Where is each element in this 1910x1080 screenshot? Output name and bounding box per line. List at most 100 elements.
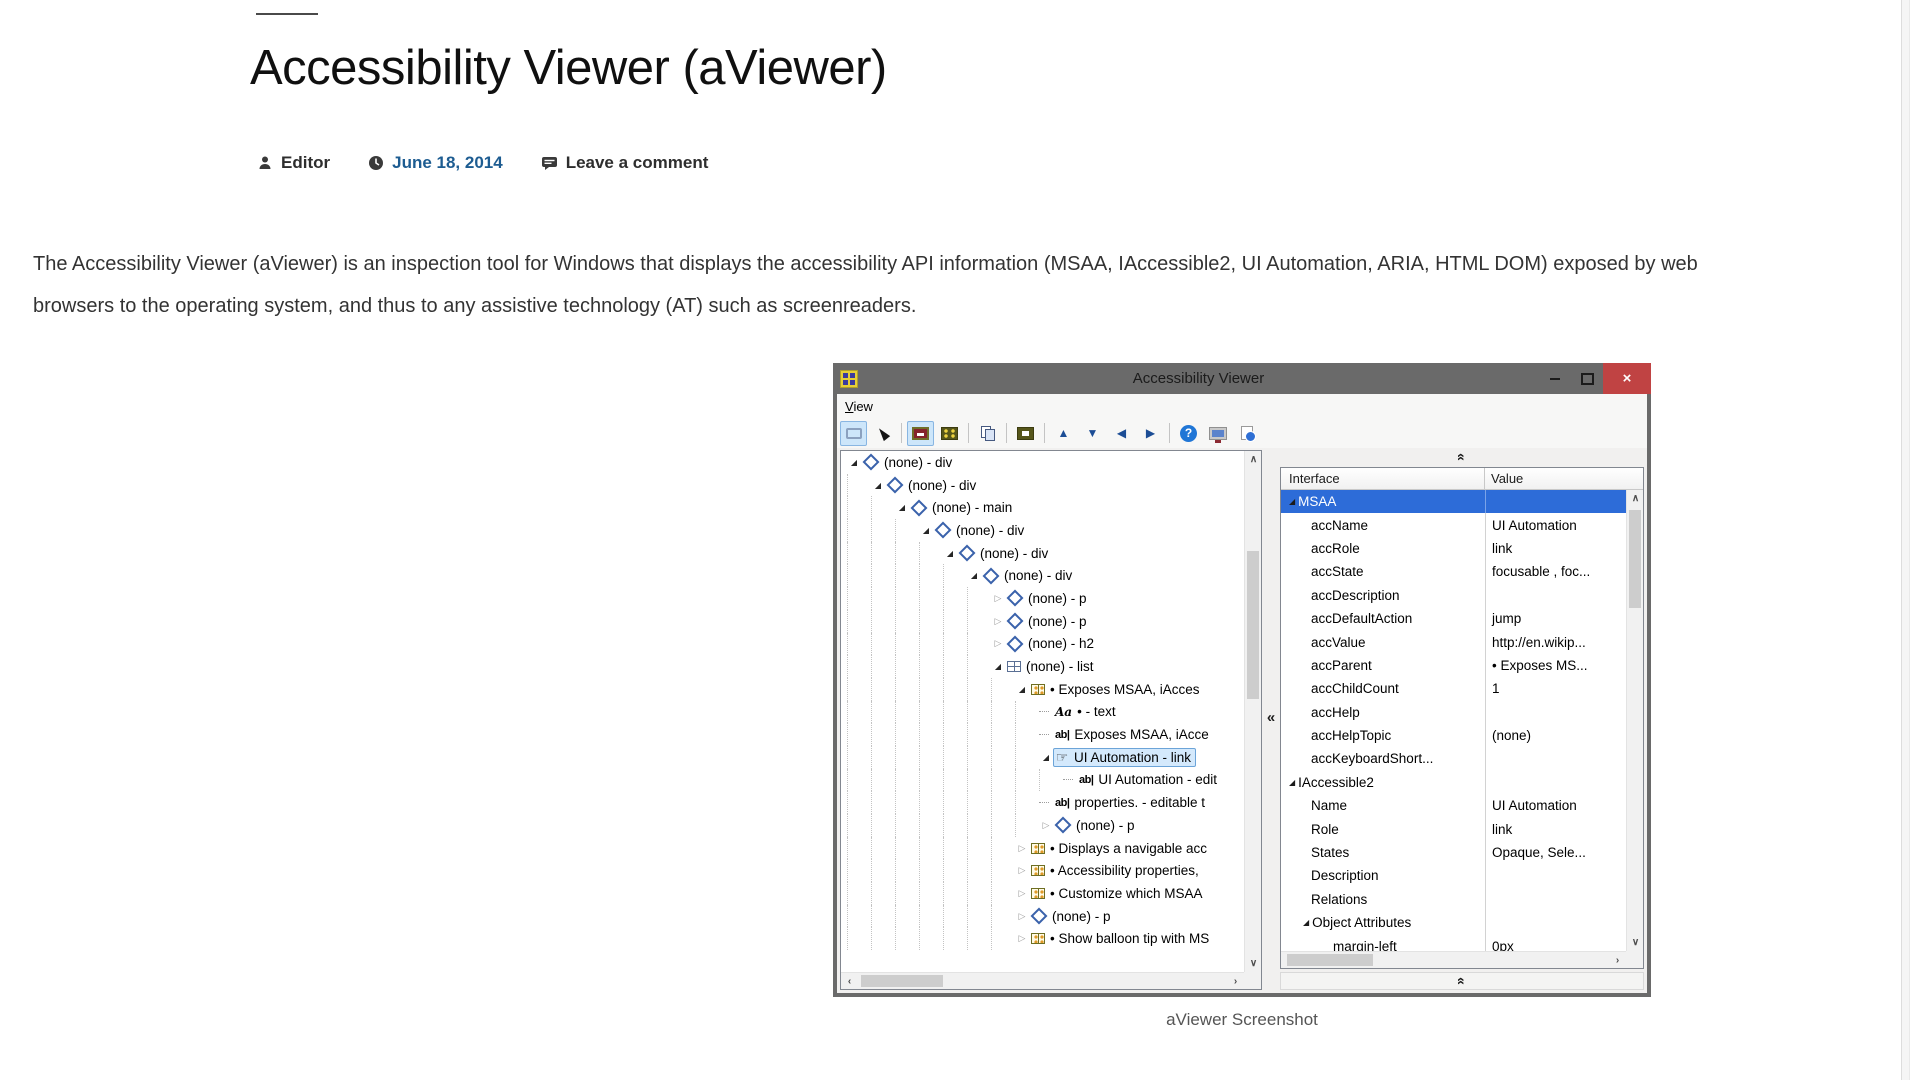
column-header-value[interactable]: Value xyxy=(1485,471,1643,486)
inspector-row[interactable]: NameUI Automation xyxy=(1281,794,1626,817)
tree-expander-closed-icon[interactable]: ▷ xyxy=(1015,843,1029,854)
tree-item[interactable]: ◢(none) - div xyxy=(841,474,1244,497)
inspector-group-row[interactable]: ◢Object Attributes xyxy=(1281,911,1626,934)
tree-item[interactable]: ▷• Displays a navigable acc xyxy=(841,837,1244,860)
scroll-down-arrow[interactable]: ∨ xyxy=(1245,955,1262,972)
monitor-button[interactable] xyxy=(1204,421,1231,446)
tree-item[interactable]: ▷(none) - h2 xyxy=(841,633,1244,656)
inspector-collapse-top[interactable]: « xyxy=(1280,450,1644,464)
tree-expander-open-icon[interactable]: ◢ xyxy=(919,526,933,535)
tree-item[interactable]: ▷(none) - p xyxy=(841,587,1244,610)
tree-expander-open-icon[interactable]: ◢ xyxy=(991,662,1005,671)
inspector-row[interactable]: Relations xyxy=(1281,888,1626,911)
tree-expander-closed-icon[interactable]: ▷ xyxy=(991,638,1005,649)
tree-item[interactable]: ▷• Show balloon tip with MS xyxy=(841,927,1244,950)
scroll-thumb[interactable] xyxy=(1247,551,1259,699)
inspector-horizontal-scrollbar[interactable]: ‹ › xyxy=(1281,951,1626,968)
maximize-button[interactable] xyxy=(1571,363,1603,394)
inspector-row[interactable]: accParent• Exposes MS... xyxy=(1281,654,1626,677)
tree-item[interactable]: ▷• Accessibility properties, xyxy=(841,859,1244,882)
scroll-right-arrow[interactable]: › xyxy=(1227,973,1244,990)
tree-expander-open-icon[interactable]: ◢ xyxy=(847,458,861,467)
nav-next-button[interactable]: ▶ xyxy=(1137,421,1164,446)
tree-item[interactable]: ab|properties. - editable t xyxy=(841,791,1244,814)
tree-expander-open-icon[interactable]: ◢ xyxy=(895,503,909,512)
inspector-vertical-scrollbar[interactable]: ∧ ∨ xyxy=(1626,490,1643,951)
cursor-mode-button[interactable] xyxy=(869,421,896,446)
author-link[interactable]: Editor xyxy=(257,153,330,173)
tree-item[interactable]: Aa• - text xyxy=(841,701,1244,724)
inspector-expander-icon[interactable]: ◢ xyxy=(1289,497,1295,506)
nav-up-button[interactable]: ▲ xyxy=(1050,421,1077,446)
inspector-row[interactable]: accDefaultActionjump xyxy=(1281,607,1626,630)
inspector-row[interactable]: accDescription xyxy=(1281,584,1626,607)
menu-view[interactable]: View xyxy=(845,399,873,414)
scroll-up-arrow[interactable]: ∧ xyxy=(1627,490,1644,507)
tree-expander-closed-icon[interactable]: ▷ xyxy=(1039,820,1053,831)
scroll-right-arrow[interactable]: › xyxy=(1609,952,1626,969)
tree-expander-open-icon[interactable]: ◢ xyxy=(871,481,885,490)
leave-comment-link[interactable]: Leave a comment xyxy=(541,153,709,173)
tree-item[interactable]: ▷(none) - p xyxy=(841,814,1244,837)
highlight-mode-button[interactable] xyxy=(840,421,867,446)
scroll-left-arrow[interactable]: ‹ xyxy=(841,973,858,990)
tree-vertical-scrollbar[interactable]: ∧ ∨ xyxy=(1244,451,1261,972)
tree-item[interactable]: ◢(none) - div xyxy=(841,519,1244,542)
scroll-thumb[interactable] xyxy=(1287,954,1373,966)
inspector-expander-icon[interactable]: ◢ xyxy=(1289,778,1295,787)
inspector-collapse-bottom[interactable]: « xyxy=(1280,972,1644,990)
inspector-expander-icon[interactable]: ◢ xyxy=(1303,918,1309,927)
inspector-row[interactable]: accChildCount1 xyxy=(1281,677,1626,700)
inspector-group-row[interactable]: ◢IAccessible2 xyxy=(1281,771,1626,794)
tree-expander-open-icon[interactable]: ◢ xyxy=(1039,753,1053,762)
tree-item[interactable]: ab|Exposes MSAA, iAcce xyxy=(841,723,1244,746)
minimize-button[interactable] xyxy=(1539,363,1571,394)
collapse-left-icon[interactable]: « xyxy=(1263,705,1279,729)
tree-expander-closed-icon[interactable]: ▷ xyxy=(1015,888,1029,899)
tree-horizontal-scrollbar[interactable]: ‹ › xyxy=(841,972,1244,989)
tree-item[interactable]: ◢(none) - main xyxy=(841,496,1244,519)
browser-scrollbar[interactable] xyxy=(1901,0,1910,1080)
tree-item[interactable]: ◢(none) - div xyxy=(841,542,1244,565)
tree-item[interactable]: ◢☞UI Automation - link xyxy=(841,746,1244,769)
tree-item[interactable]: ◢(none) - div xyxy=(841,451,1244,474)
tree-item[interactable]: ◢(none) - div xyxy=(841,564,1244,587)
tree-expander-open-icon[interactable]: ◢ xyxy=(967,571,981,580)
scroll-up-arrow[interactable]: ∧ xyxy=(1245,451,1262,468)
inspector-row[interactable]: accRolelink xyxy=(1281,537,1626,560)
inspector-row[interactable]: accStatefocusable , foc... xyxy=(1281,560,1626,583)
tree-expander-closed-icon[interactable]: ▷ xyxy=(991,593,1005,604)
inspector-row[interactable]: accNameUI Automation xyxy=(1281,513,1626,536)
inspector-row[interactable]: Rolelink xyxy=(1281,817,1626,840)
tree-expander-closed-icon[interactable]: ▷ xyxy=(1015,933,1029,944)
inspector-row[interactable]: margin-left0px xyxy=(1281,934,1626,951)
tree-item[interactable]: ab|UI Automation - edit xyxy=(841,769,1244,792)
inspector-row[interactable]: accHelp xyxy=(1281,701,1626,724)
tree-item[interactable]: ▷• Customize which MSAA xyxy=(841,882,1244,905)
inspector-row[interactable]: StatesOpaque, Sele... xyxy=(1281,841,1626,864)
post-date-link[interactable]: June 18, 2014 xyxy=(368,153,503,173)
tree-expander-closed-icon[interactable]: ▷ xyxy=(991,616,1005,627)
inspector-row[interactable]: accValuehttp://en.wikip... xyxy=(1281,630,1626,653)
table-view-button[interactable] xyxy=(936,421,963,446)
pane-splitter[interactable]: « xyxy=(1262,450,1280,990)
inspector-group-row[interactable]: ◢MSAA xyxy=(1281,490,1626,513)
scroll-thumb[interactable] xyxy=(1629,510,1641,608)
titlebar[interactable]: Accessibility Viewer × xyxy=(833,363,1651,394)
window-view-button[interactable] xyxy=(1012,421,1039,446)
scroll-thumb[interactable] xyxy=(861,975,943,987)
help-button[interactable]: ? xyxy=(1175,421,1202,446)
inspector-row[interactable]: accKeyboardShort... xyxy=(1281,747,1626,770)
msaa-view-button[interactable] xyxy=(907,421,934,446)
tree-item[interactable]: ▷(none) - p xyxy=(841,610,1244,633)
tree-item[interactable]: ◢• Exposes MSAA, iAcces xyxy=(841,678,1244,701)
tree-expander-closed-icon[interactable]: ▷ xyxy=(1015,911,1029,922)
tree-item[interactable]: ▷(none) - p xyxy=(841,905,1244,928)
tree-expander-open-icon[interactable]: ◢ xyxy=(943,549,957,558)
tree-expander-open-icon[interactable]: ◢ xyxy=(1015,685,1029,694)
nav-down-button[interactable]: ▼ xyxy=(1079,421,1106,446)
inspector-row[interactable]: accHelpTopic(none) xyxy=(1281,724,1626,747)
tree-expander-closed-icon[interactable]: ▷ xyxy=(1015,865,1029,876)
copy-button[interactable] xyxy=(974,421,1001,446)
close-button[interactable]: × xyxy=(1603,363,1651,394)
